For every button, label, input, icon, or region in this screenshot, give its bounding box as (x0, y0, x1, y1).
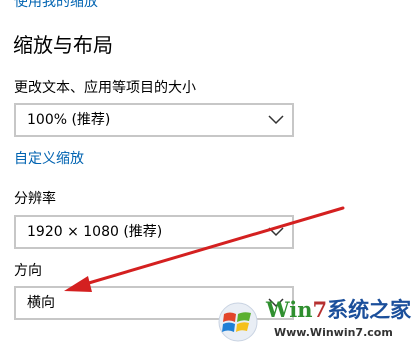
watermark-url: Www.Winwin7.com (274, 326, 393, 339)
resolution-dropdown-value: 1920 × 1080 (推荐) (27, 224, 163, 240)
orientation-label: 方向 (14, 263, 42, 279)
top-cut-off-link[interactable]: 使用我的缩放 (14, 0, 98, 11)
watermark: Win7系统之家 Www.Winwin7.com (214, 292, 412, 348)
resolution-label: 分辨率 (14, 191, 56, 207)
chevron-down-icon (268, 115, 284, 125)
display-settings-page: 使用我的缩放 缩放与布局 更改文本、应用等项目的大小 100% (推荐) 自定义… (0, 0, 413, 352)
windows-logo-icon (218, 302, 258, 342)
scale-label: 更改文本、应用等项目的大小 (14, 80, 196, 96)
scale-dropdown-value: 100% (推荐) (27, 112, 111, 128)
section-title: 缩放与布局 (13, 33, 113, 57)
orientation-dropdown-value: 横向 (27, 295, 55, 311)
chevron-down-icon (268, 227, 284, 237)
resolution-dropdown[interactable]: 1920 × 1080 (推荐) (14, 215, 294, 249)
scale-dropdown[interactable]: 100% (推荐) (14, 103, 294, 137)
custom-scaling-link[interactable]: 自定义缩放 (14, 150, 84, 168)
watermark-title: Win7系统之家 (266, 297, 412, 322)
